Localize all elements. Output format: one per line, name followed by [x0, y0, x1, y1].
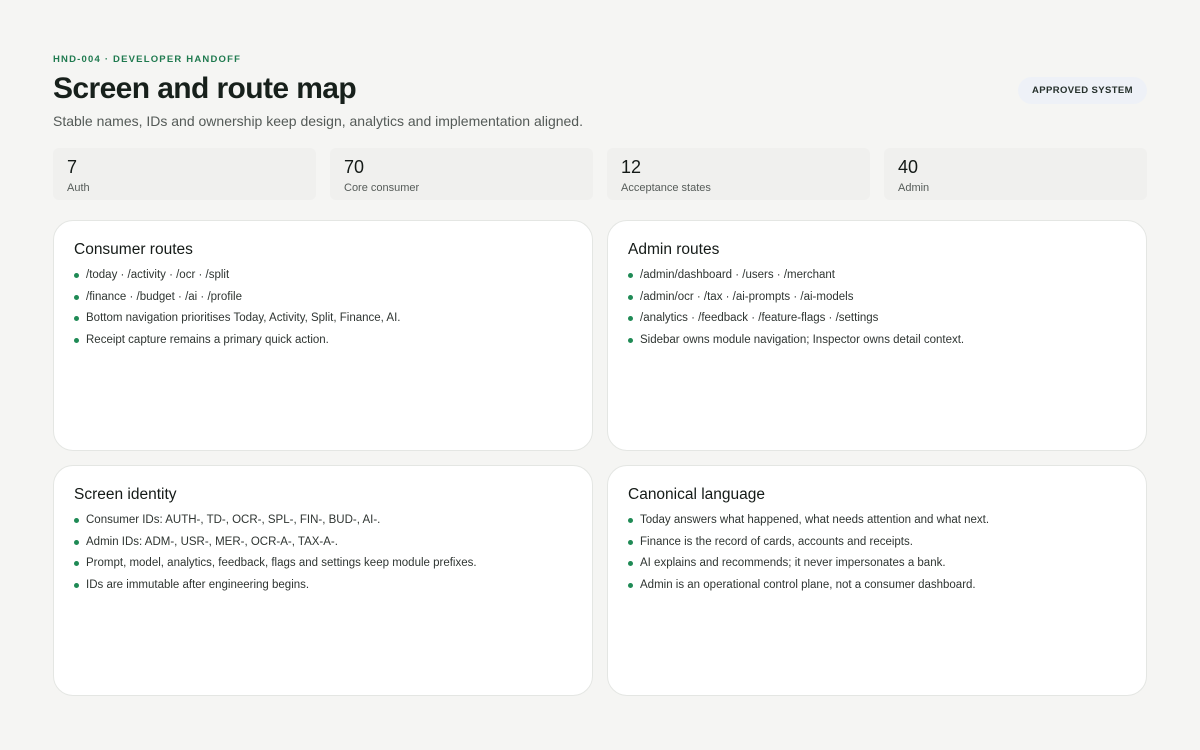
bullet-dot-icon	[74, 518, 79, 523]
bullet-dot-icon	[628, 518, 633, 523]
stats-row: 7 Auth 70 Core consumer 12 Acceptance st…	[53, 148, 1147, 200]
card-canonical-language: Canonical language Today answers what ha…	[607, 465, 1147, 696]
list-item: /analytics · /feedback · /feature-flags …	[628, 308, 1126, 330]
list-item: /admin/dashboard · /users · /merchant	[628, 265, 1126, 287]
stat-label: Auth	[67, 182, 90, 194]
stat-acceptance-states: 12 Acceptance states	[607, 148, 870, 200]
handoff-page: HND-004 · DEVELOPER HANDOFF Screen and r…	[53, 54, 1147, 200]
bullet-dot-icon	[628, 294, 633, 300]
card-list: /today · /activity · /ocr · /split /fina…	[74, 265, 572, 352]
list-item: Sidebar owns module navigation; Inspecto…	[628, 330, 1126, 352]
card-list: Consumer IDs: AUTH-, TD-, OCR-, SPL-, FI…	[74, 510, 572, 597]
list-item: AI explains and recommends; it never imp…	[628, 553, 1126, 575]
stat-auth: 7 Auth	[53, 148, 316, 200]
card-list: /admin/dashboard · /users · /merchant /a…	[628, 265, 1126, 352]
bullet-dot-icon	[74, 316, 79, 322]
stat-label: Core consumer	[344, 182, 420, 194]
card-title: Screen identity	[74, 486, 177, 503]
bullet-dot-icon	[74, 294, 79, 300]
card-list: Today answers what happened, what needs …	[628, 510, 1126, 597]
bullet-dot-icon	[74, 338, 79, 344]
list-item: Consumer IDs: AUTH-, TD-, OCR-, SPL-, FI…	[74, 510, 572, 532]
card-consumer-routes: Consumer routes /today · /activity · /oc…	[53, 220, 593, 451]
card-screen-identity: Screen identity Consumer IDs: AUTH-, TD-…	[53, 465, 593, 696]
stat-label: Admin	[898, 182, 930, 194]
list-item: Prompt, model, analytics, feedback, flag…	[74, 553, 572, 575]
bullet-dot-icon	[628, 583, 633, 589]
page-subtitle: Stable names, IDs and ownership keep des…	[53, 113, 583, 129]
bullet-dot-icon	[628, 561, 633, 567]
bullet-dot-icon	[628, 338, 633, 344]
list-item: Bottom navigation prioritises Today, Act…	[74, 308, 572, 330]
stat-value: 12	[621, 157, 642, 177]
bullet-dot-icon	[74, 561, 79, 567]
bullet-dot-icon	[628, 539, 633, 545]
bullet-dot-icon	[74, 539, 79, 545]
bullet-dot-icon	[74, 273, 79, 278]
card-title: Consumer routes	[74, 241, 193, 258]
page-header: HND-004 · DEVELOPER HANDOFF Screen and r…	[53, 54, 1147, 130]
stat-value: 7	[67, 157, 78, 177]
list-item: IDs are immutable after engineering begi…	[74, 575, 572, 597]
stat-value: 40	[898, 157, 919, 177]
list-item: /admin/ocr · /tax · /ai-prompts · /ai-mo…	[628, 287, 1126, 309]
bullet-dot-icon	[628, 273, 633, 278]
list-item: Admin IDs: ADM-, USR-, MER-, OCR-A-, TAX…	[74, 532, 572, 554]
status-badge: APPROVED SYSTEM	[1017, 77, 1147, 104]
stat-admin: 40 Admin	[884, 148, 1147, 200]
page-title: Screen and route map	[53, 72, 357, 105]
bullet-dot-icon	[74, 583, 79, 589]
stat-label: Acceptance states	[621, 182, 711, 194]
document-eyebrow: HND-004 · DEVELOPER HANDOFF	[53, 54, 242, 65]
list-item: /finance · /budget · /ai · /profile	[74, 287, 572, 309]
list-item: Today answers what happened, what needs …	[628, 510, 1126, 532]
list-item: Admin is an operational control plane, n…	[628, 575, 1126, 597]
card-title: Canonical language	[628, 486, 766, 503]
stat-core-consumer: 70 Core consumer	[330, 148, 593, 200]
bullet-dot-icon	[628, 316, 633, 322]
stat-value: 70	[344, 157, 365, 177]
card-title: Admin routes	[628, 241, 720, 258]
list-item: /today · /activity · /ocr · /split	[74, 265, 572, 287]
list-item: Receipt capture remains a primary quick …	[74, 330, 572, 352]
card-admin-routes: Admin routes /admin/dashboard · /users ·…	[607, 220, 1147, 451]
list-item: Finance is the record of cards, accounts…	[628, 532, 1126, 554]
